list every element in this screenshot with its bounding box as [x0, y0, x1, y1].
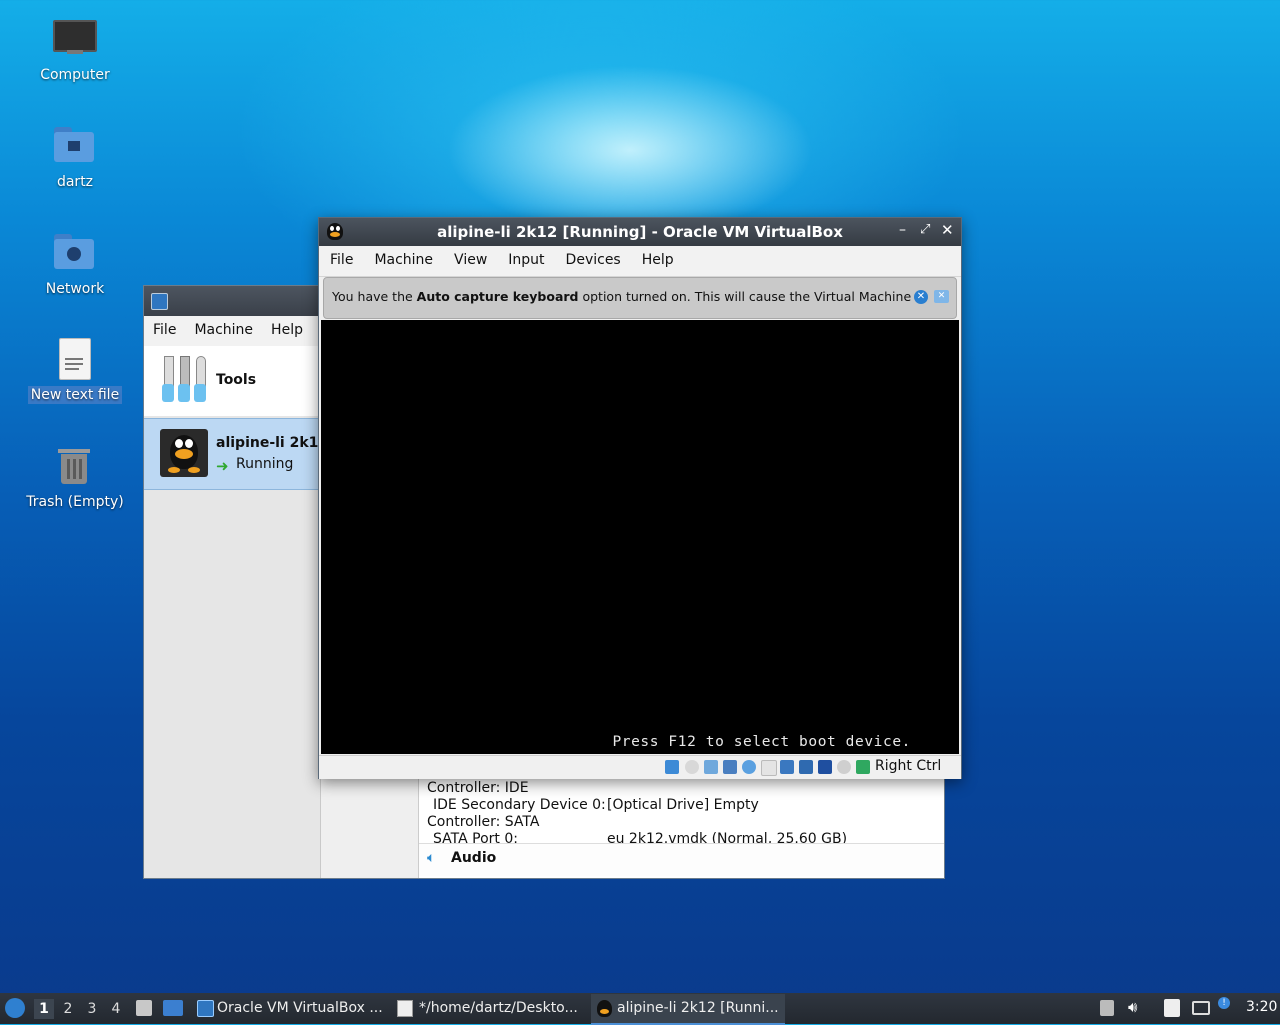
tools-icon	[162, 356, 208, 404]
notification-close-icon[interactable]: ✕	[914, 290, 928, 304]
taskbar: 1 2 3 4 Oracle VM VirtualBox ... */home/…	[0, 993, 1280, 1025]
ide-device-value: [Optical Drive] Empty	[607, 797, 759, 813]
desktop-icon-computer[interactable]: Computer	[20, 18, 130, 84]
auto-capture-notification: You have the Auto capture keyboard optio…	[323, 277, 957, 319]
vm-menu-file[interactable]: File	[319, 246, 363, 274]
penguin-task-icon	[597, 1000, 612, 1017]
start-menu-icon[interactable]	[5, 998, 25, 1018]
host-key-label: Right Ctrl	[875, 758, 942, 774]
text-file-icon	[53, 338, 97, 382]
audio-heading: Audio	[451, 850, 497, 866]
linux-penguin-icon	[160, 429, 208, 477]
notification-dont-show-icon[interactable]: ✕	[934, 290, 949, 303]
home-folder-icon	[53, 125, 97, 169]
show-desktop-icon[interactable]	[163, 1000, 183, 1016]
notification-prefix: You have the	[332, 289, 417, 304]
desktop-icon-new-text-file[interactable]: New text file	[20, 338, 130, 404]
mouse-integration-icon[interactable]	[837, 760, 851, 774]
notification-icon[interactable]: !	[1218, 997, 1230, 1009]
usb-icon[interactable]	[742, 760, 756, 774]
text-editor-task-icon	[397, 1000, 413, 1017]
keyboard-capture-icon[interactable]	[856, 760, 870, 774]
storage-details-panel: Controller: IDE IDE Secondary Device 0: …	[418, 778, 944, 878]
notification-suffix: option turned on. This will cause the Vi…	[578, 289, 928, 304]
manager-menu-file[interactable]: File	[144, 316, 185, 344]
trash-icon	[53, 445, 97, 489]
maximize-button[interactable]: ⤢	[920, 222, 930, 237]
task-label: alipine-li 2k12 [Runni...	[617, 1000, 779, 1016]
computer-icon	[53, 18, 97, 62]
vm-statusbar: Right Ctrl	[319, 755, 961, 779]
virtualization-icon[interactable]	[818, 760, 832, 774]
workspace-1[interactable]: 1	[34, 999, 54, 1019]
vm-menu-machine[interactable]: Machine	[363, 246, 443, 274]
vm-name: alipine-li 2k12	[216, 435, 329, 451]
desktop-icon-label: New text file	[27, 386, 123, 404]
vm-menu-input[interactable]: Input	[497, 246, 554, 274]
display-icon[interactable]	[780, 760, 794, 774]
desktop-icon-network[interactable]: Network	[20, 232, 130, 298]
vm-menubar: File Machine View Input Devices Help	[319, 246, 961, 277]
workspace-2[interactable]: 2	[58, 999, 78, 1019]
task-text-editor[interactable]: */home/dartz/Deskto...	[391, 994, 587, 1023]
manager-menu-help[interactable]: Help	[262, 316, 312, 344]
task-label: */home/dartz/Deskto...	[419, 1000, 578, 1016]
virtualbox-task-icon	[197, 1000, 214, 1017]
clipboard-icon[interactable]	[1164, 999, 1180, 1017]
task-vm-window[interactable]: alipine-li 2k12 [Runni...	[591, 994, 785, 1025]
desktop-icon-label: Computer	[40, 67, 110, 83]
desktop-icon-label: dartz	[56, 174, 94, 190]
machine-list: Tools alipine-li 2k12 ➜ Running	[144, 346, 328, 878]
notification-text: You have the Auto capture keyboard optio…	[332, 289, 928, 304]
workspace-3[interactable]: 3	[82, 999, 102, 1019]
vm-menu-help[interactable]: Help	[631, 246, 684, 274]
vm-state: Running	[236, 456, 294, 472]
controller-ide-label: Controller: IDE	[427, 780, 529, 796]
workspace-4[interactable]: 4	[106, 999, 126, 1019]
minimize-button[interactable]: –	[899, 222, 906, 238]
audio-status-icon[interactable]	[704, 760, 718, 774]
file-manager-launcher-icon[interactable]	[136, 1000, 152, 1016]
desktop-icon-label: Trash (Empty)	[26, 494, 124, 510]
network-folder-icon	[53, 232, 97, 276]
vm-menu-devices[interactable]: Devices	[555, 246, 631, 274]
vm-menu-view[interactable]: View	[443, 246, 497, 274]
desktop-icon-home-folder[interactable]: dartz	[20, 125, 130, 191]
vm-window-titlebar[interactable]: alipine-li 2k12 [Running] - Oracle VM Vi…	[319, 218, 961, 246]
virtualbox-app-icon	[151, 293, 168, 310]
tools-label: Tools	[216, 372, 257, 388]
vm-list-item[interactable]: alipine-li 2k12 ➜ Running	[144, 418, 328, 490]
task-label: Oracle VM VirtualBox ...	[217, 1000, 383, 1016]
manager-menu-machine[interactable]: Machine	[185, 316, 262, 344]
vm-window[interactable]: alipine-li 2k12 [Running] - Oracle VM Vi…	[318, 217, 962, 779]
shared-folders-icon[interactable]	[761, 760, 777, 776]
optical-drive-icon[interactable]	[685, 760, 699, 774]
boot-message: Press F12 to select boot device.	[612, 734, 911, 750]
network-status-icon[interactable]	[723, 760, 737, 774]
desktop-icon-trash[interactable]: Trash (Empty)	[20, 445, 130, 511]
video-capture-icon[interactable]	[799, 760, 813, 774]
volume-icon[interactable]: 🔊︎	[1128, 998, 1137, 1016]
removable-media-icon[interactable]	[1100, 1000, 1114, 1016]
speaker-icon: 🔈︎	[427, 850, 436, 866]
controller-sata-label: Controller: SATA	[427, 814, 540, 830]
task-virtualbox-manager[interactable]: Oracle VM VirtualBox ...	[191, 994, 387, 1023]
hard-disk-icon[interactable]	[665, 760, 679, 774]
vm-window-title: alipine-li 2k12 [Running] - Oracle VM Vi…	[437, 223, 843, 241]
desktop-icon-label: Network	[45, 281, 105, 297]
tools-item[interactable]: Tools	[144, 346, 320, 416]
manager-menubar: File Machine Help	[144, 316, 320, 346]
ide-device-label: IDE Secondary Device 0:	[433, 797, 606, 813]
vm-display[interactable]: Press F12 to select boot device.	[321, 320, 959, 754]
close-button[interactable]: ✕	[941, 221, 954, 239]
notification-bold: Auto capture keyboard	[416, 289, 579, 304]
clock: 3:20	[1246, 999, 1278, 1015]
network-tray-icon[interactable]	[1192, 1001, 1210, 1015]
audio-section-header[interactable]: 🔈︎ Audio	[419, 843, 944, 876]
running-arrow-icon: ➜	[216, 457, 229, 475]
